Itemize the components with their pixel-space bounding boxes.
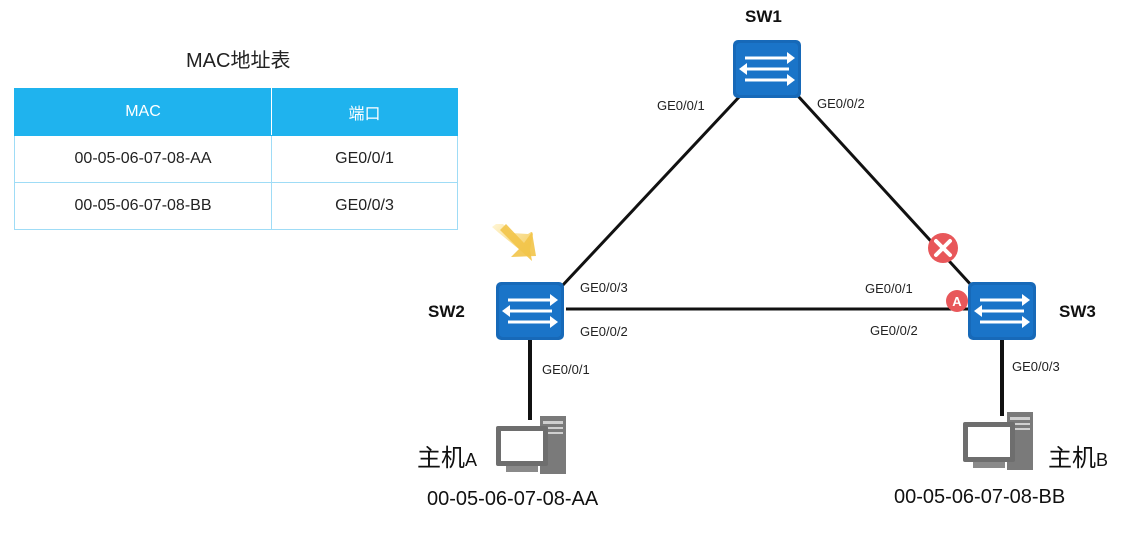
table-cell-mac: 00-05-06-07-08-BB xyxy=(14,182,272,230)
marker-a-label: A xyxy=(952,294,962,309)
port-label-sw2-top: GE0/0/3 xyxy=(580,280,628,295)
sw2-name: SW2 xyxy=(428,302,465,321)
host-a-suffix: A xyxy=(465,450,478,470)
host-a-name: 主机A xyxy=(417,438,477,473)
mac-address-table: MAC 端口 00-05-06-07-08-AA GE0/0/1 00-05-0… xyxy=(14,88,458,230)
column-header-port: 端口 xyxy=(271,88,458,136)
port-label-sw2-down: GE0/0/1 xyxy=(542,362,590,377)
blocked-x-icon xyxy=(928,233,958,263)
highlight-arrow-icon xyxy=(492,224,536,261)
sw3-name: SW3 xyxy=(1059,302,1096,321)
sw2-switch-icon xyxy=(494,280,566,342)
table-cell-port: GE0/0/3 xyxy=(271,182,458,230)
sw1-name: SW1 xyxy=(745,7,782,26)
table-row: 00-05-06-07-08-BB GE0/0/3 xyxy=(14,182,458,230)
port-label-sw2-mid: GE0/0/2 xyxy=(580,324,628,339)
host-a-computer-icon xyxy=(496,416,566,474)
network-diagram: A xyxy=(492,38,1038,474)
mac-table-title: MAC地址表 xyxy=(186,50,291,72)
port-label-sw3-top: GE0/0/1 xyxy=(865,281,913,296)
host-a-mac: 00-05-06-07-08-AA xyxy=(427,488,599,510)
table-cell-mac: 00-05-06-07-08-AA xyxy=(14,135,272,183)
host-a-label: 主机 xyxy=(417,445,465,472)
host-b-computer-icon xyxy=(963,412,1033,470)
port-label-sw1-left: GE0/0/1 xyxy=(657,98,705,113)
host-b-suffix: B xyxy=(1096,450,1109,470)
host-b-name: 主机B xyxy=(1048,438,1108,473)
host-b-mac: 00-05-06-07-08-BB xyxy=(894,486,1066,508)
link-sw1-sw2 xyxy=(560,94,742,288)
sw3-switch-icon xyxy=(966,280,1038,342)
sw1-switch-icon xyxy=(731,38,803,100)
table-row: 00-05-06-07-08-AA GE0/0/1 xyxy=(14,135,458,183)
host-b-label: 主机 xyxy=(1048,445,1096,472)
table-header-row: MAC 端口 xyxy=(14,88,458,136)
table-cell-port: GE0/0/1 xyxy=(271,135,458,183)
port-label-sw3-down: GE0/0/3 xyxy=(1012,359,1060,374)
column-header-mac: MAC xyxy=(14,88,272,136)
port-label-sw1-right: GE0/0/2 xyxy=(817,96,865,111)
port-label-sw3-mid: GE0/0/2 xyxy=(870,323,918,338)
